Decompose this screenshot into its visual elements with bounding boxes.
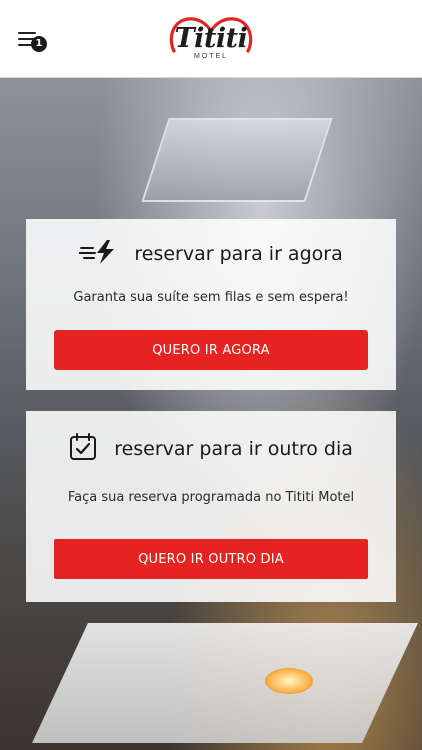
calendar-check-icon bbox=[69, 433, 97, 465]
brand-logo[interactable]: Tititi MOTEL bbox=[166, 11, 256, 63]
reserve-later-button[interactable]: QUERO IR OUTRO DIA bbox=[54, 539, 368, 579]
notification-badge: 1 bbox=[31, 36, 47, 52]
reserve-now-card: reservar para ir agora Garanta sua suíte… bbox=[26, 219, 396, 390]
candle-light bbox=[265, 668, 313, 694]
logo-subtext: MOTEL bbox=[193, 53, 229, 60]
app-header: 1 Tititi MOTEL bbox=[0, 0, 422, 78]
lightning-speed-icon bbox=[78, 239, 117, 269]
table-surface bbox=[32, 623, 418, 743]
reserve-now-title: reservar para ir agora bbox=[134, 243, 343, 265]
ceiling-skylight bbox=[141, 118, 333, 202]
menu-button[interactable]: 1 bbox=[16, 28, 50, 56]
reserve-later-header: reservar para ir outro dia bbox=[26, 433, 396, 465]
reserve-now-button[interactable]: QUERO IR AGORA bbox=[54, 330, 368, 370]
reserve-now-subtitle: Garanta sua suíte sem filas e sem espera… bbox=[73, 290, 349, 305]
reserve-now-header: reservar para ir agora bbox=[26, 239, 396, 269]
reserve-later-title: reservar para ir outro dia bbox=[114, 438, 353, 460]
reserve-later-subtitle: Faça sua reserva programada no Tititi Mo… bbox=[67, 490, 355, 505]
reserve-later-card: reservar para ir outro dia Faça sua rese… bbox=[26, 411, 396, 602]
logo-wordmark: Tititi bbox=[174, 23, 248, 54]
